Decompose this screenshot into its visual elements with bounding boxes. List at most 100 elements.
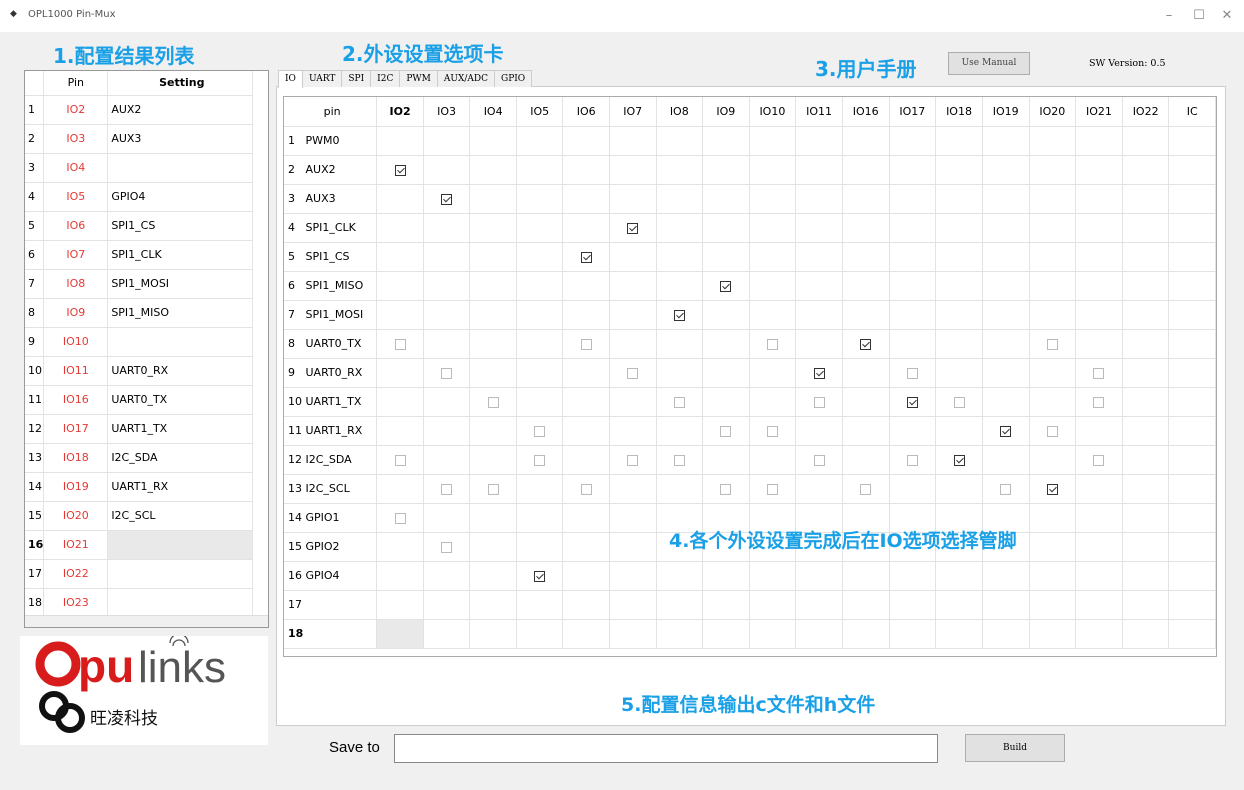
io-cell[interactable] — [795, 590, 843, 620]
pin-cell[interactable]: IO18 — [43, 443, 109, 473]
io-cell[interactable] — [702, 619, 750, 649]
io-cell[interactable] — [609, 184, 657, 214]
pin-table-row[interactable]: 12 IO17 UART1_TX — [25, 414, 254, 444]
checkbox[interactable] — [1046, 338, 1058, 350]
io-cell[interactable] — [1168, 213, 1216, 243]
io-cell[interactable] — [1075, 242, 1123, 272]
io-cell[interactable] — [1168, 416, 1216, 446]
io-cell[interactable] — [423, 358, 471, 388]
io-cell[interactable] — [1168, 271, 1216, 301]
io-cell[interactable] — [423, 155, 471, 185]
pin-cell[interactable]: IO10 — [43, 327, 109, 357]
io-cell[interactable] — [423, 445, 471, 475]
io-cell[interactable] — [516, 561, 564, 591]
io-cell[interactable] — [656, 271, 704, 301]
io-cell[interactable] — [516, 300, 564, 330]
io-cell[interactable] — [516, 445, 564, 475]
io-cell[interactable] — [656, 155, 704, 185]
io-cell[interactable] — [749, 329, 797, 359]
setting-cell[interactable]: I2C_SCL — [107, 501, 254, 531]
io-cell[interactable] — [842, 271, 890, 301]
io-cell[interactable] — [1075, 561, 1123, 591]
io-cell[interactable] — [795, 619, 843, 649]
io-cell[interactable] — [982, 213, 1030, 243]
pin-table-row[interactable]: 2 IO3 AUX3 — [25, 124, 254, 154]
io-cell[interactable] — [935, 155, 983, 185]
io-cell[interactable] — [1122, 503, 1170, 533]
checked-checkbox[interactable] — [813, 367, 825, 379]
close-button[interactable]: ✕ — [1216, 6, 1238, 26]
io-cell[interactable] — [562, 416, 610, 446]
pin-cell[interactable]: IO9 — [43, 298, 109, 328]
io-cell[interactable] — [1075, 329, 1123, 359]
io-cell[interactable] — [1168, 445, 1216, 475]
pin-table-row[interactable]: 16 IO21 — [25, 530, 254, 560]
io-cell[interactable] — [889, 445, 937, 475]
io-cell[interactable] — [935, 126, 983, 156]
pin-cell[interactable]: IO6 — [43, 211, 109, 241]
io-cell[interactable] — [376, 532, 424, 562]
io-cell[interactable] — [1122, 445, 1170, 475]
io-cell[interactable] — [656, 387, 704, 417]
tab-io[interactable]: IO — [278, 70, 303, 88]
setting-cell[interactable]: GPIO4 — [107, 182, 254, 212]
io-cell[interactable] — [1168, 329, 1216, 359]
checkbox[interactable] — [720, 483, 732, 495]
io-cell[interactable] — [1122, 619, 1170, 649]
io-cell[interactable] — [982, 184, 1030, 214]
io-cell[interactable] — [842, 474, 890, 504]
io-cell[interactable] — [1122, 184, 1170, 214]
io-cell[interactable] — [982, 474, 1030, 504]
io-cell[interactable] — [1122, 416, 1170, 446]
io-cell[interactable] — [423, 126, 471, 156]
io-cell[interactable] — [1122, 532, 1170, 562]
io-cell[interactable] — [935, 590, 983, 620]
io-cell[interactable] — [656, 300, 704, 330]
io-cell[interactable] — [749, 619, 797, 649]
checked-checkbox[interactable] — [673, 309, 685, 321]
pin-cell[interactable]: IO2 — [43, 95, 109, 125]
pin-cell[interactable]: IO22 — [43, 559, 109, 589]
io-cell[interactable] — [423, 329, 471, 359]
io-cell[interactable] — [376, 561, 424, 591]
io-cell[interactable] — [469, 358, 517, 388]
io-cell[interactable] — [702, 271, 750, 301]
io-cell[interactable] — [423, 619, 471, 649]
io-cell[interactable] — [1122, 242, 1170, 272]
io-cell[interactable] — [702, 155, 750, 185]
io-cell[interactable] — [935, 184, 983, 214]
io-cell[interactable] — [516, 474, 564, 504]
io-cell[interactable] — [516, 532, 564, 562]
setting-cell[interactable]: AUX2 — [107, 95, 254, 125]
setting-cell[interactable] — [107, 559, 254, 589]
io-cell[interactable] — [1029, 532, 1077, 562]
io-cell[interactable] — [609, 358, 657, 388]
io-cell[interactable] — [1168, 561, 1216, 591]
checkbox[interactable] — [813, 396, 825, 408]
io-cell[interactable] — [423, 213, 471, 243]
pin-cell[interactable]: IO16 — [43, 385, 109, 415]
maximize-button[interactable]: ☐ — [1188, 6, 1210, 26]
pin-cell[interactable]: IO8 — [43, 269, 109, 299]
build-button[interactable]: Build — [965, 734, 1065, 762]
io-cell[interactable] — [609, 271, 657, 301]
io-cell[interactable] — [1122, 155, 1170, 185]
checked-checkbox[interactable] — [580, 251, 592, 263]
io-cell[interactable] — [562, 590, 610, 620]
io-cell[interactable] — [562, 300, 610, 330]
io-cell[interactable] — [795, 358, 843, 388]
io-cell[interactable] — [1029, 300, 1077, 330]
io-cell[interactable] — [842, 416, 890, 446]
save-path-input[interactable] — [394, 734, 938, 763]
io-cell[interactable] — [376, 387, 424, 417]
checkbox[interactable] — [487, 483, 499, 495]
io-cell[interactable] — [609, 590, 657, 620]
io-cell[interactable] — [469, 300, 517, 330]
io-cell[interactable] — [376, 213, 424, 243]
checked-checkbox[interactable] — [534, 570, 546, 582]
pin-table-row[interactable]: 6 IO7 SPI1_CLK — [25, 240, 254, 270]
io-cell[interactable] — [889, 619, 937, 649]
io-cell[interactable] — [1075, 300, 1123, 330]
io-cell[interactable] — [749, 300, 797, 330]
io-cell[interactable] — [702, 445, 750, 475]
